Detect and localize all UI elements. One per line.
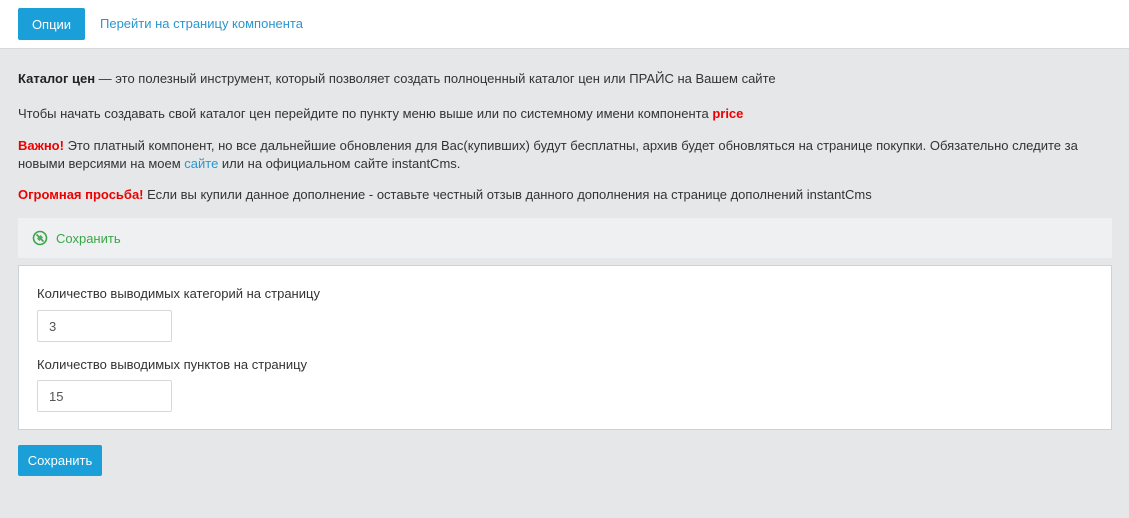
save-icon: [32, 230, 48, 246]
categories-per-page-label: Количество выводимых категорий на страни…: [37, 286, 320, 301]
save-button[interactable]: Сохранить: [18, 445, 102, 476]
info-paragraph-3: Важно! Это платный компонент, но все дал…: [18, 137, 1111, 173]
info-text: Это платный компонент, но все дальнейшие…: [18, 138, 1078, 171]
info-paragraph-2: Чтобы начать создавать свой каталог цен …: [18, 105, 743, 123]
component-name: price: [712, 106, 744, 121]
important-label: Важно!: [18, 138, 64, 153]
tab-options[interactable]: Опции: [18, 8, 85, 40]
goto-component-page-link[interactable]: Перейти на страницу компонента: [100, 16, 303, 31]
info-text: Если вы купили данное дополнение - остав…: [143, 187, 872, 202]
top-toolbar: Опции Перейти на страницу компонента: [0, 0, 1129, 49]
info-text: Чтобы начать создавать свой каталог цен …: [18, 106, 713, 121]
info-text: — это полезный инструмент, который позво…: [95, 71, 776, 86]
save-toolbar-button[interactable]: Сохранить: [18, 218, 1112, 258]
items-per-page-input[interactable]: [37, 380, 172, 412]
request-label: Огромная просьба!: [18, 187, 144, 202]
settings-form-panel: Количество выводимых категорий на страни…: [18, 265, 1112, 430]
categories-per-page-input[interactable]: [37, 310, 172, 342]
info-text: или на официальном сайте instantCms.: [218, 156, 461, 171]
info-paragraph-1: Каталог цен — это полезный инструмент, к…: [18, 70, 776, 88]
save-toolbar-label: Сохранить: [56, 230, 121, 246]
catalog-title: Каталог цен: [18, 71, 96, 86]
items-per-page-label: Количество выводимых пунктов на страницу: [37, 357, 308, 372]
site-link[interactable]: сайте: [184, 156, 218, 171]
info-paragraph-4: Огромная просьба! Если вы купили данное …: [18, 186, 872, 204]
